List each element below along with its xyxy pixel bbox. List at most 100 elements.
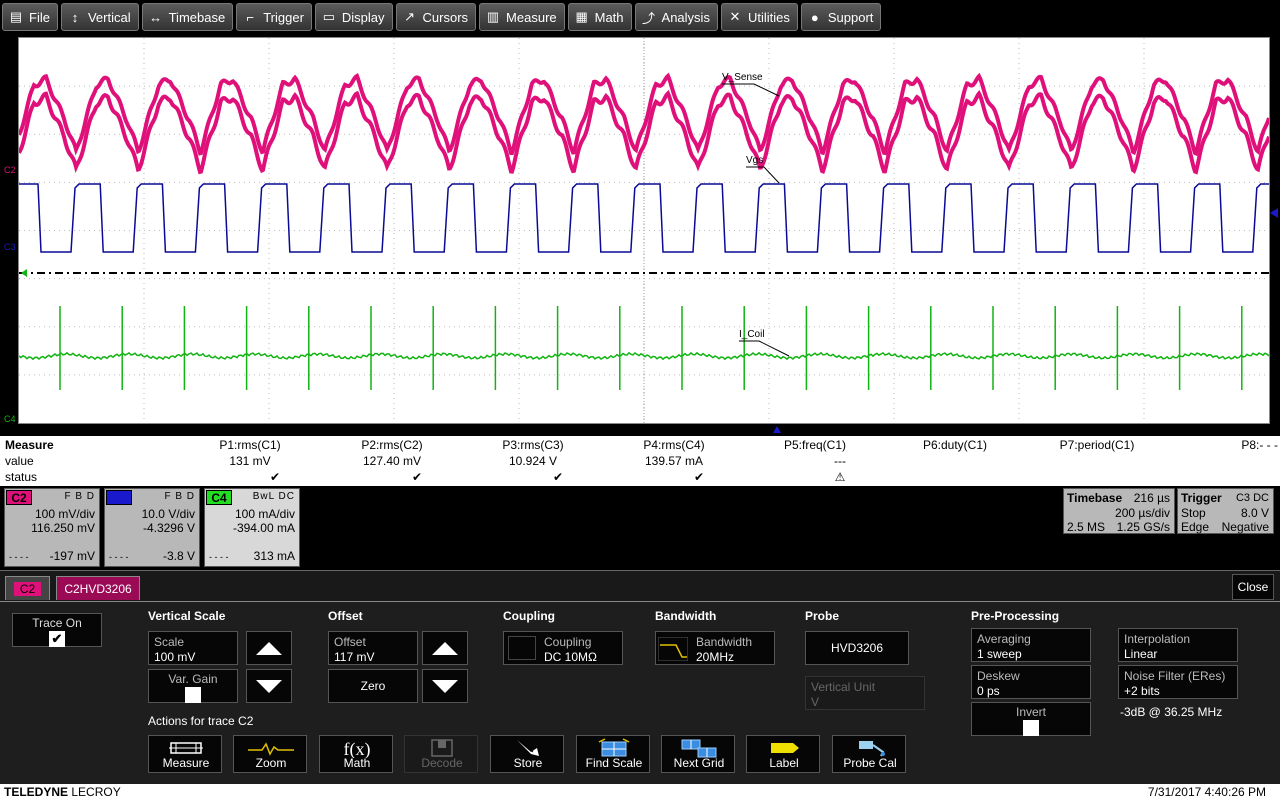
action-label-button[interactable]: Label	[746, 735, 820, 773]
brand-name: LECROY	[71, 785, 121, 799]
timebase-delay: 216 µs	[1133, 491, 1170, 505]
trigger-source: C3 DC	[1235, 492, 1269, 504]
c4-descriptor-value: 313 mA	[253, 549, 295, 563]
c2-descriptor-dash: - - - -	[9, 552, 29, 562]
menu-measure-button[interactable]: ▥ Measure	[479, 3, 565, 31]
action-next-grid-button[interactable]: Next Grid	[661, 735, 735, 773]
trigger-level-marker[interactable]	[1270, 208, 1278, 218]
menu-analysis-button[interactable]: ⤴ Analysis	[634, 3, 718, 31]
param-p7-name[interactable]: P7:period(C1)	[1032, 438, 1162, 452]
trigger-descriptor[interactable]: Trigger C3 DC Stop 8.0 V Edge Negative	[1177, 488, 1274, 534]
scale-up-button[interactable]	[246, 631, 292, 665]
offset-down-button[interactable]	[422, 669, 468, 703]
param-p2-name[interactable]: P2:rms(C2)	[327, 438, 457, 452]
bandwidth-field[interactable]: Bandwidth 20MHz	[655, 631, 775, 665]
menu-file-button[interactable]: ▤ File	[2, 3, 58, 31]
timebase-descriptor[interactable]: Timebase 216 µs 200 µs/div 2.5 MS 1.25 G…	[1063, 488, 1175, 534]
c3-descriptor[interactable]: C3 F B D 10.0 V/div -4.3296 V - - - - -3…	[104, 488, 200, 567]
deskew-label: Deskew	[977, 669, 1020, 683]
c4-descriptor-dash: - - - -	[209, 552, 229, 562]
param-p1-name[interactable]: P1:rms(C1)	[185, 438, 315, 452]
tab-c2hvd3206[interactable]: C2HVD3206	[56, 576, 140, 600]
timebase-icon: ↔	[149, 9, 163, 25]
close-button-label: Close	[1237, 580, 1269, 594]
offset-field[interactable]: Offset 117 mV	[328, 631, 418, 665]
actions-title: Actions for trace C2	[148, 714, 254, 728]
invert-toggle[interactable]: Invert	[971, 702, 1091, 736]
bandwidth-value: 20MHz	[696, 650, 735, 664]
action-find-scale-button[interactable]: Find Scale	[576, 735, 650, 773]
action-measure-button[interactable]: Measure	[148, 735, 222, 773]
noise-filter-field[interactable]: Noise Filter (ERes) +2 bits	[1118, 665, 1238, 699]
menu-utilities-button[interactable]: ✕ Utilities	[720, 3, 798, 31]
zero-button[interactable]: Zero	[328, 669, 418, 703]
scale-field[interactable]: Scale 100 mV	[148, 631, 238, 665]
probe-button-label: HVD3206	[830, 641, 884, 655]
param-p4-name[interactable]: P4:rms(C4)	[609, 438, 739, 452]
action-math-button[interactable]: f(x) Math	[319, 735, 393, 773]
menu-timebase-button[interactable]: ↔ Timebase	[141, 3, 234, 31]
menu-display-button[interactable]: ▭ Display	[314, 3, 393, 31]
deskew-field[interactable]: Deskew 0 ps	[971, 665, 1091, 699]
c2-marker[interactable]: C2	[4, 165, 16, 175]
menu-support-button[interactable]: ● Support	[800, 3, 882, 31]
c3-descriptor-value: -3.8 V	[162, 549, 195, 563]
probe-cal-icon	[859, 741, 885, 757]
vgs-leader	[746, 166, 780, 184]
trigger-level: 8.0 V	[1240, 506, 1269, 520]
param-p3-status-icon: ✔	[552, 470, 564, 484]
param-p5-name[interactable]: P5:freq(C1)	[750, 438, 880, 452]
probe-button[interactable]: HVD3206	[805, 631, 909, 665]
trace-label-i-coil: I_Coil	[739, 329, 765, 340]
c2-descriptor[interactable]: C2 F B D 100 mV/div 116.250 mV - - - - -…	[4, 488, 100, 567]
param-p2-status-icon: ✔	[411, 470, 423, 484]
menu-cursors-button[interactable]: ↗ Cursors	[395, 3, 477, 31]
tab-c2[interactable]: C2	[5, 576, 50, 600]
action-probe-cal-label: Probe Cal	[843, 756, 897, 770]
var-gain-toggle[interactable]: Var. Gain	[148, 669, 238, 703]
interpolation-field[interactable]: Interpolation Linear	[1118, 628, 1238, 662]
trigger-slope: Negative	[1221, 520, 1269, 534]
vertical-unit-label: Vertical Unit	[811, 680, 876, 694]
menu-trigger-button[interactable]: ⌐ Trigger	[236, 3, 312, 31]
offset-up-button[interactable]	[422, 631, 468, 665]
bandwidth-filter-icon	[658, 637, 688, 661]
bandwidth-label: Bandwidth	[696, 635, 753, 649]
param-p6-name[interactable]: P6:duty(C1)	[890, 438, 1020, 452]
action-zoom-button[interactable]: Zoom	[233, 735, 307, 773]
menu-math-button[interactable]: ▦ Math	[567, 3, 632, 31]
param-p8-name[interactable]: P8:- - -	[1180, 438, 1278, 452]
action-find-scale-label: Find Scale	[585, 756, 643, 770]
coupling-title: Coupling	[503, 609, 555, 623]
up-arrow-icon	[432, 641, 458, 655]
channel-setup-panel: C2 C2HVD3206 Close Trace On ✔ Vertical S…	[0, 570, 1280, 785]
vertical-unit-value: V	[811, 695, 820, 709]
waveform-grid[interactable]: V_Sense Vgs I_Coil	[18, 37, 1270, 424]
down-arrow-icon	[432, 679, 458, 693]
c3-descriptor-flags: F B D	[164, 491, 195, 502]
averaging-field[interactable]: Averaging 1 sweep	[971, 628, 1091, 662]
trace-on-checkbox[interactable]: ✔	[49, 631, 65, 647]
c3-marker[interactable]: C3	[4, 242, 16, 252]
var-gain-checkbox[interactable]	[185, 687, 201, 703]
trace-on-toggle[interactable]: Trace On ✔	[12, 613, 102, 647]
close-button[interactable]: Close	[1232, 574, 1274, 600]
trace-on-label: Trace On	[32, 616, 82, 630]
coupling-field[interactable]: Coupling DC 10MΩ	[503, 631, 623, 665]
averaging-value: 1 sweep	[977, 647, 1022, 661]
param-p3-name[interactable]: P3:rms(C3)	[468, 438, 598, 452]
coupling-value: DC 10MΩ	[544, 650, 597, 664]
param-p2-value: 127.40 mV	[362, 454, 422, 468]
menu-bar: ▤ File ↕ Vertical ↔ Timebase ⌐ Trigger ▭ Disp…	[0, 0, 1280, 34]
c4-descriptor-offset: -394.00 mA	[232, 521, 295, 535]
action-probe-cal-button[interactable]: Probe Cal	[832, 735, 906, 773]
action-next-grid-label: Next Grid	[673, 756, 725, 770]
invert-checkbox[interactable]	[1023, 720, 1039, 736]
c4-marker[interactable]: C4	[4, 414, 16, 424]
scale-down-button[interactable]	[246, 669, 292, 703]
c4-descriptor[interactable]: C4 BwL DC 100 mA/div -394.00 mA - - - - …	[204, 488, 300, 567]
c3-descriptor-offset: -4.3296 V	[142, 521, 195, 535]
menu-vertical-button[interactable]: ↕ Vertical	[60, 3, 139, 31]
trigger-position-marker[interactable]	[773, 426, 781, 433]
action-store-button[interactable]: Store	[490, 735, 564, 773]
